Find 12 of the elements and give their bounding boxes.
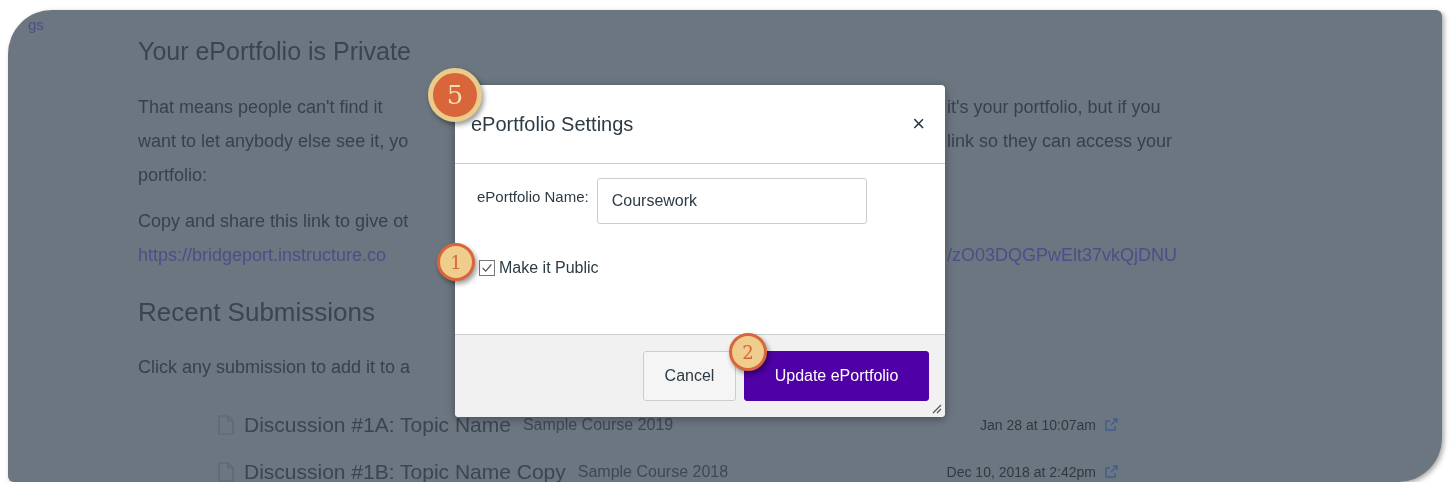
document-icon bbox=[218, 461, 234, 482]
step-number-badge: 1 bbox=[437, 243, 475, 281]
checkbox-label: Make it Public bbox=[499, 259, 599, 277]
close-button[interactable]: × bbox=[908, 111, 929, 137]
name-input-field[interactable]: Coursework bbox=[596, 178, 867, 224]
cancel-button[interactable]: Cancel bbox=[643, 351, 736, 401]
checkbox[interactable] bbox=[479, 260, 495, 276]
submission-date: Dec 10, 2018 at 2:42pm bbox=[946, 463, 1096, 480]
resize-handle-icon[interactable] bbox=[930, 402, 942, 414]
field-label: ePortfolio Name: bbox=[477, 187, 589, 205]
submission-date: Jan 28 at 10:07am bbox=[980, 416, 1096, 433]
checkmark-icon bbox=[480, 261, 494, 275]
